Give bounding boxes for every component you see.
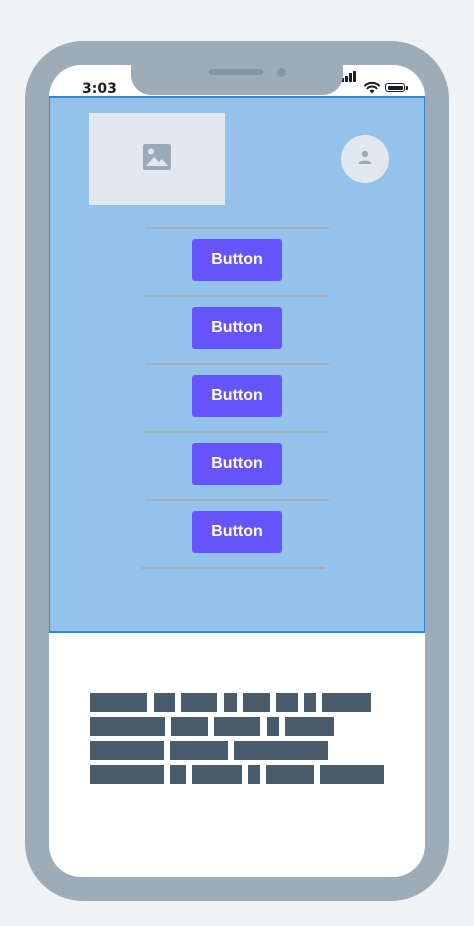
button-4[interactable]: Button (192, 443, 282, 485)
image-icon (143, 143, 171, 175)
button-1[interactable]: Button (192, 239, 282, 281)
button-5[interactable]: Button (192, 511, 282, 553)
notch (131, 65, 343, 95)
battery-icon (385, 83, 405, 92)
divider (145, 295, 329, 297)
divider (145, 431, 329, 433)
divider (145, 227, 329, 229)
speaker (209, 69, 263, 75)
camera (277, 68, 286, 77)
divider (141, 567, 325, 569)
user-icon (357, 149, 373, 170)
button-3[interactable]: Button (192, 375, 282, 417)
phone-screen: 3:03 Button Button Button Button Button (49, 65, 425, 877)
button-2[interactable]: Button (192, 307, 282, 349)
status-time: 3:03 (82, 81, 117, 97)
hero-section: Button Button Button Button Button (49, 96, 425, 633)
avatar[interactable] (341, 135, 389, 183)
divider (145, 499, 329, 501)
divider (145, 363, 329, 365)
image-placeholder (89, 113, 225, 205)
